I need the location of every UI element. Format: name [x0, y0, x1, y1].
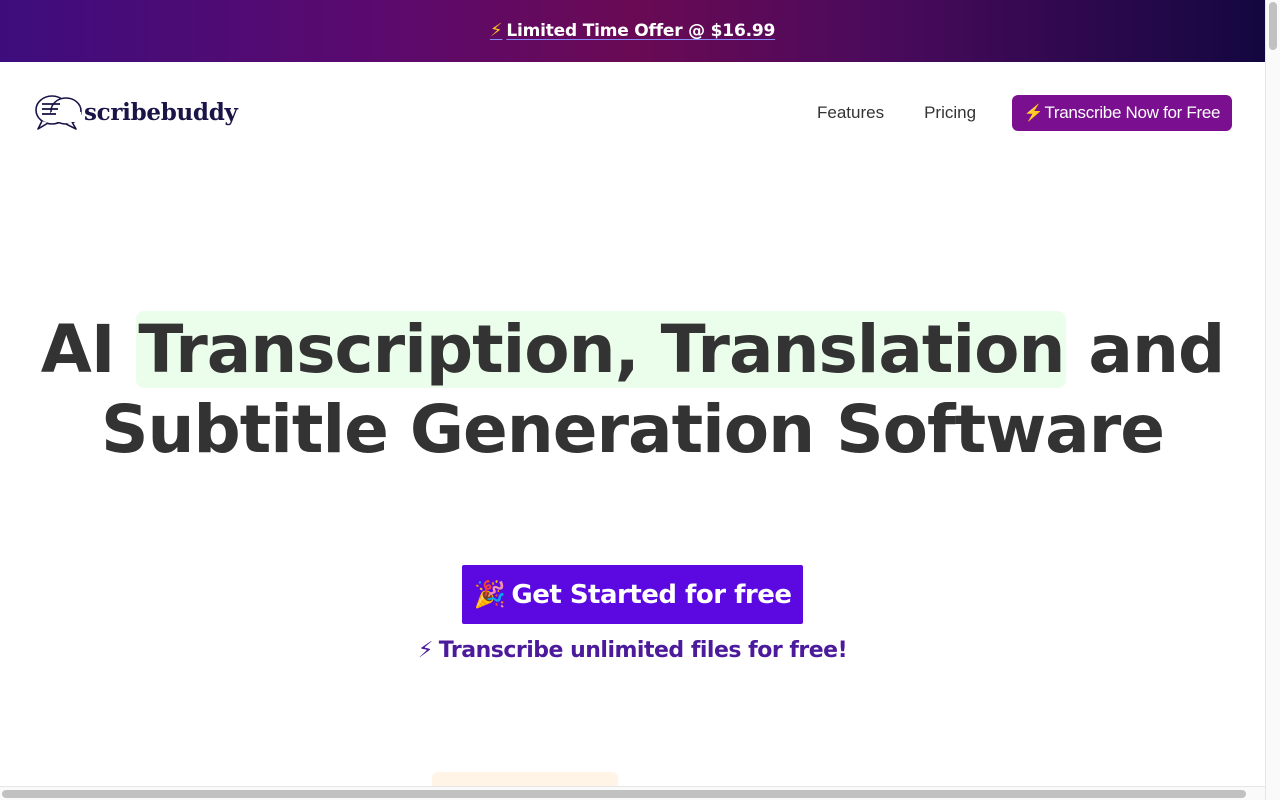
horizontal-scrollbar[interactable] [0, 786, 1265, 800]
transcribe-now-label: Transcribe Now for Free [1044, 103, 1221, 122]
nav-pricing[interactable]: Pricing [924, 95, 976, 131]
get-started-label: Get Started for free [511, 579, 792, 610]
hero-title: AI Transcription, Translation and Subtitl… [0, 310, 1265, 470]
transcribe-now-button[interactable]: ⚡ Transcribe Now for Free [1012, 95, 1232, 131]
lightning-icon: ⚡ [1023, 105, 1044, 122]
logo-text: scribebuddy [84, 98, 238, 126]
hero-title-line2: Subtitle Generation Software [100, 391, 1165, 468]
get-started-button[interactable]: 🎉 Get Started for free [462, 565, 803, 624]
nav-features[interactable]: Features [817, 95, 884, 131]
next-section-card [432, 772, 618, 786]
party-popper-icon: 🎉 [473, 579, 506, 610]
main-nav: Features Pricing [817, 95, 976, 131]
site-header: scribebuddy Features Pricing ⚡ Transcrib… [0, 62, 1265, 162]
promo-link[interactable]: ⚡ Limited Time Offer @ $16.99 [490, 21, 775, 41]
promo-text: Limited Time Offer @ $16.99 [506, 21, 776, 41]
promo-banner: ⚡ Limited Time Offer @ $16.99 [0, 0, 1265, 62]
horizontal-scroll-thumb[interactable] [2, 790, 1246, 798]
lightning-icon: ⚡ [417, 638, 433, 663]
logo[interactable]: scribebuddy [32, 92, 238, 132]
free-transcribe-note: ⚡ Transcribe unlimited files for free! [0, 638, 1265, 663]
chat-bubbles-icon [35, 95, 82, 130]
hero-title-highlight: Transcription, Translation [136, 311, 1067, 388]
vertical-scroll-thumb[interactable] [1269, 2, 1277, 50]
vertical-scrollbar[interactable] [1265, 0, 1280, 800]
hero-title-part2: and [1066, 311, 1225, 388]
hero-title-part1: AI [40, 311, 137, 388]
lightning-icon: ⚡ [489, 20, 503, 41]
free-transcribe-text: Transcribe unlimited files for free! [438, 638, 848, 663]
page: ⚡ Limited Time Offer @ $16.99 scribebudd… [0, 0, 1265, 786]
